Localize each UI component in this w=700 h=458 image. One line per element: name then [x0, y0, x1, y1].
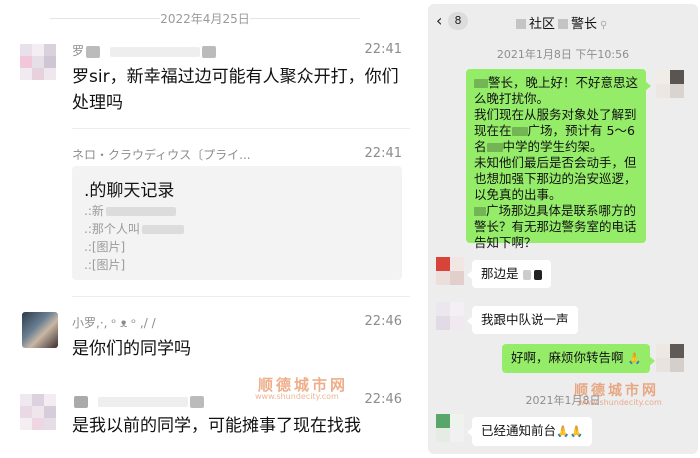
outgoing-message[interactable]: 好啊，麻烦你转告啊 🙏	[502, 344, 656, 373]
watermark-url: www.shundecity.com	[255, 392, 339, 401]
back-chevron-icon[interactable]: ‹	[436, 11, 442, 30]
chat-record-line: .:[图片]	[84, 258, 126, 272]
avatar[interactable]	[20, 394, 56, 430]
message-text[interactable]: 是我以前的同学，可能摊事了现在找我	[72, 413, 402, 439]
emoji-icon: 🙏🙏	[556, 425, 584, 438]
chat-header: ‹ 8 社区 警长 ⚲	[428, 4, 698, 38]
message-time: 22:41	[364, 146, 402, 161]
avatar[interactable]	[436, 302, 464, 330]
message-text[interactable]: 罗sir，新幸福过边可能有人聚众开打，你们处理吗	[72, 64, 402, 116]
watermark-url: www.shundecity.com	[578, 398, 662, 407]
avatar[interactable]	[656, 344, 684, 372]
emoji-icon: 🙏	[627, 352, 642, 365]
right-chat-panel: ‹ 8 社区 警长 ⚲ 2021年1月8日 下午10:56 警长，晚上好！不好意思这…	[428, 4, 698, 454]
avatar[interactable]	[20, 44, 56, 80]
incoming-message[interactable]: 已经通知前台🙏🙏	[466, 417, 593, 446]
message-time: 22:46	[364, 392, 402, 407]
divider	[72, 128, 410, 129]
avatar[interactable]	[22, 312, 58, 348]
message-text[interactable]: 是你们的同学吗	[72, 336, 191, 362]
outgoing-message[interactable]: 警长，晚上好！不好意思这么晚打扰你。 我们现在从服务对象处了解到现在在 广场，预计…	[466, 69, 651, 250]
watermark-logo: 顺德城市网	[574, 383, 659, 399]
left-chat-panel: 2022年4月25日 罗 22:41 罗sir，新幸福过边可能有人聚众开打，你们…	[0, 0, 410, 458]
message-line: 未知他们最后是否会动手，但也想加强下那边的治安巡逻，以免真的出事。	[474, 155, 637, 202]
chat-record-line: .:新	[84, 202, 176, 219]
message-line: 我们现在从服务对象处了解到现在在 广场，预计有 5～6名 中学的学生约架。	[474, 107, 637, 154]
message-time: 22:46	[364, 314, 402, 329]
avatar[interactable]	[436, 257, 464, 285]
message-time: 22:41	[364, 42, 402, 57]
sender-name: ネロ・クラウディウス〔プライ...	[72, 148, 251, 162]
sender-name: 小罗,·, ᵒ ᴥ ᵒ ,/ /	[72, 316, 156, 330]
incoming-message[interactable]: 那边是	[467, 260, 551, 288]
mute-icon: ⚲	[600, 20, 608, 31]
message-line: 广场那边具体是联系哪方的警长？有无那边警务室的电话告知下啊？	[474, 203, 637, 250]
sender-name: 罗	[72, 42, 217, 59]
chat-record-line: .:[图片]	[84, 240, 126, 254]
date-divider: 2022年4月25日	[0, 10, 410, 27]
chat-record-card[interactable]: .的聊天记录 .:新 .:那个人叫 .:[图片] .:[图片]	[72, 166, 402, 280]
incoming-message[interactable]: 我跟中队说一声	[467, 306, 578, 334]
sender-name	[72, 394, 204, 408]
divider	[72, 296, 410, 297]
unread-badge[interactable]: 8	[448, 12, 468, 30]
chat-record-title: .的聊天记录	[84, 181, 175, 201]
chat-title: 社区 警长 ⚲	[516, 13, 607, 32]
avatar[interactable]	[436, 414, 464, 442]
chat-timestamp: 2021年1月8日 下午10:56	[496, 48, 630, 61]
avatar[interactable]	[656, 70, 684, 98]
message-line: 警长，晚上好！不好意思这么晚打扰你。	[474, 75, 639, 106]
chat-record-line: .:那个人叫	[84, 220, 184, 237]
